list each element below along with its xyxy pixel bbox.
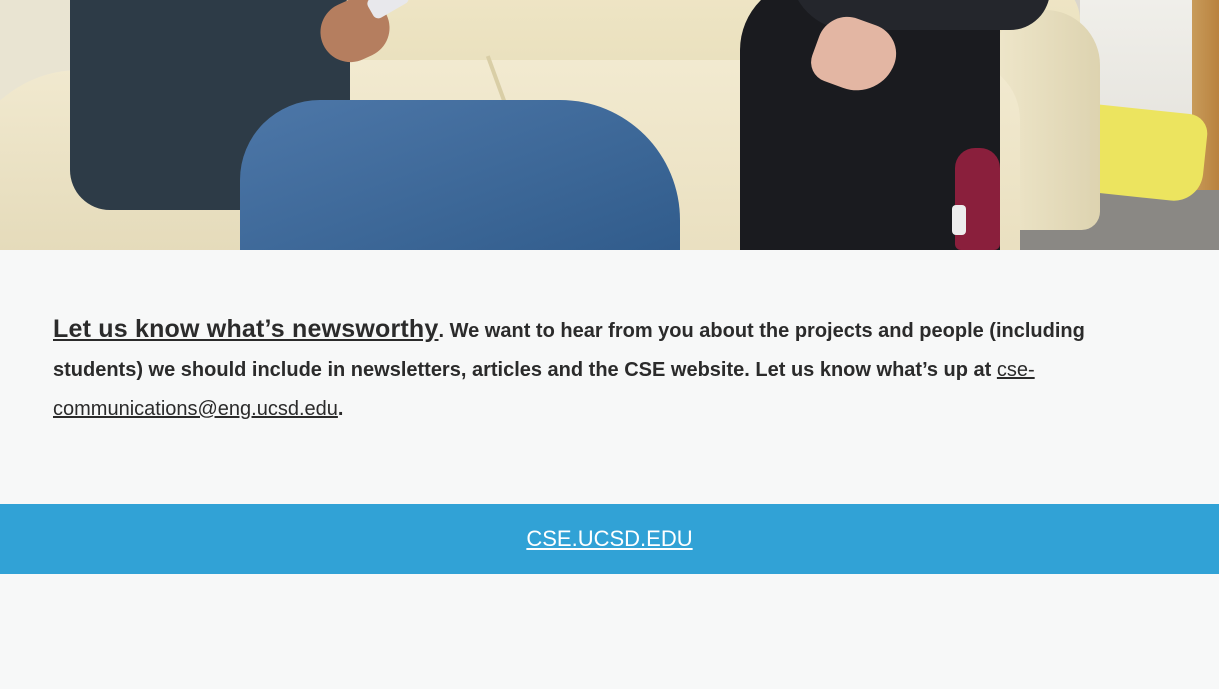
footer-bar: CSE.UCSD.EDU: [0, 504, 1219, 574]
newsworthy-heading-link[interactable]: Let us know what’s newsworthy: [53, 315, 439, 343]
hero-photo: [0, 0, 1219, 250]
newsworthy-body-end: .: [337, 398, 344, 420]
photo-person-left-jeans: [240, 100, 680, 250]
newsworthy-panel: Let us know what’s newsworthy. We want t…: [0, 270, 1219, 504]
bottom-spacer: [0, 574, 1219, 689]
footer-site-link[interactable]: CSE.UCSD.EDU: [526, 525, 692, 553]
newsworthy-paragraph: Let us know what’s newsworthy. We want t…: [53, 310, 1163, 429]
photo-shoe-sole: [952, 205, 966, 235]
newsworthy-section: Let us know what’s newsworthy. We want t…: [0, 250, 1219, 504]
newsletter-page: Let us know what’s newsworthy. We want t…: [0, 0, 1219, 689]
